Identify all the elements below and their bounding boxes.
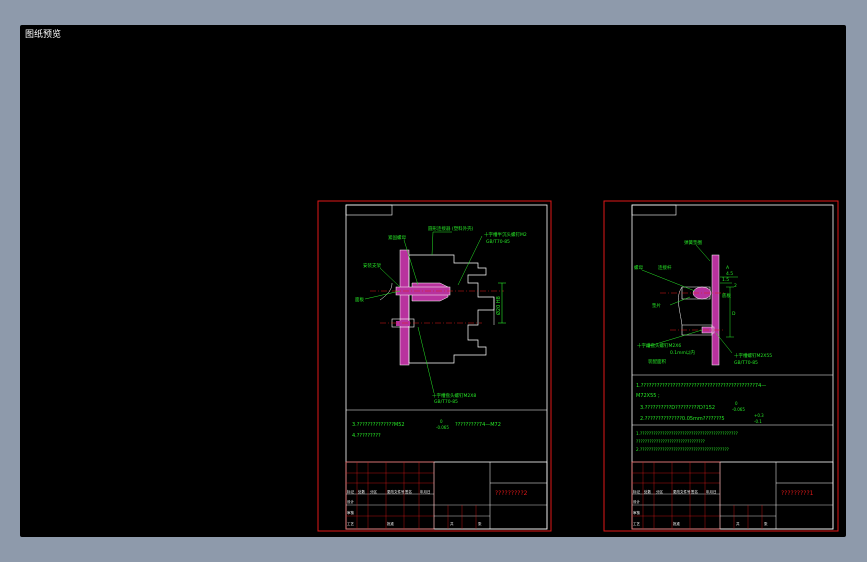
- sheet-b-outer-frame: [603, 200, 839, 532]
- sheet-a-table-cell: 设计: [347, 499, 355, 504]
- sheet-b-note-tol2: -0.065: [732, 407, 745, 412]
- sheet-a-revision-table: [345, 461, 435, 530]
- sheet-a-callout-2: 十字槽半沉头螺钉M2: [484, 231, 527, 238]
- sheet-a-lower-screw-head: [396, 321, 410, 326]
- sheet-a-callout-8: GB/T70-85: [434, 399, 458, 405]
- sheet-a-callout-7: 十字槽盘头螺钉M2X8: [432, 392, 476, 399]
- sheet-a-connector-body: [408, 254, 495, 364]
- sheet-a-inner-frame: [345, 204, 548, 530]
- sheet-a-table-cell: 批准: [387, 521, 395, 526]
- sheet-a-callout-4: 紧固螺母: [388, 234, 406, 241]
- sheet-a-callout-1: 圆形连接器 (塑料外壳): [428, 225, 474, 232]
- sheet-b-title: ?????????1: [781, 490, 814, 497]
- sheet-b-title-block: 标记 处数 分区 更改文件号 签名 年月日 设计 审核 工艺 批准 共 张 ??…: [631, 461, 834, 530]
- sheet-a-note-tol2: -0.065: [436, 425, 449, 430]
- sheet-b-callout-6: 垫片: [652, 302, 661, 309]
- sheet-a-title-block: 标记 处数 分区 更改文件号 签名 年月日 设计 审核 工艺 批准 共 张 ??…: [345, 461, 548, 530]
- sheet-b-table-cell: 签名: [691, 489, 698, 494]
- sheet-b-table-cell: 年月日: [706, 489, 717, 494]
- sheet-a-table-cell: 年月日: [420, 489, 431, 494]
- sheet-b-table-cell: 设计: [633, 499, 641, 504]
- sheet-a-table-cell: 张: [478, 521, 482, 526]
- sheet-a-table-cell: 共: [450, 521, 454, 526]
- sheet-b-table-cell: 共: [736, 521, 740, 526]
- sheet-b-callout-1: 弹簧垫圈: [684, 239, 702, 246]
- sheet-b-table-cell: 工艺: [633, 521, 641, 526]
- sheet-b-note-1: 1.??????????????????????????????????????…: [636, 383, 766, 389]
- sheet-b-leader-2: [641, 269, 696, 292]
- sheet-a-table-cell: 分区: [370, 489, 378, 494]
- sheet-b-note-2: 3.??????????D?????????D?152: [640, 405, 715, 411]
- sheet-b-callout-3: 4.5: [726, 271, 733, 277]
- sheet-b-table-cell: 批准: [673, 521, 681, 526]
- sheet-b-note-block-3: 2.??????????????????????????????????????…: [636, 447, 729, 452]
- sheet-a-outer-frame: [317, 200, 552, 532]
- sheet-b-table-cell: 更改文件号: [673, 489, 691, 494]
- sheet-a-note-1: 3.??????????????M52: [352, 422, 405, 428]
- sheet-a-table-cell: 更改文件号: [387, 489, 405, 494]
- sheet-b-callout-4: 螺母: [634, 264, 643, 271]
- sheet-b-note-block-2: ???????????????????????????????: [636, 439, 705, 444]
- sheet-a-callout-6: 面板: [355, 296, 364, 303]
- sheet-a-notes: 3.??????????????M52 0 -0.065 ?????????74…: [352, 419, 501, 439]
- sheet-b-note-block-1: 1.??????????????????????????????????????…: [636, 431, 738, 436]
- sheet-b-leader-1: [695, 244, 711, 262]
- sheet-a-leader-2: [457, 235, 483, 286]
- sheet-b-callout-12: 0.1mm以内: [670, 349, 695, 356]
- sheet-b-note-tol3: +0.3: [754, 413, 764, 418]
- sheet-a-title: ?????????2: [495, 490, 528, 497]
- sheet-a-note-tol: 0: [440, 419, 443, 424]
- sheet-a-note-extra: ?????????74—M72: [455, 422, 501, 428]
- sheet-a-dim-text: Ø20 H8: [495, 296, 502, 315]
- sheet-a-corner-label-box: [345, 204, 393, 216]
- sheet-a-leader-5: [364, 290, 401, 300]
- sheet-a-dimension: Ø20 H8: [495, 282, 506, 324]
- sheet-b-table-cell: 处数: [644, 489, 652, 494]
- sheet-b-revision-table: [631, 461, 721, 530]
- sheet-b-note-1b: M72X55 ;: [636, 393, 660, 399]
- sheet-b-callouts: 弹簧垫圈 A 4.5 螺母 连接杆 垫片 底板 D 1.5 2 十字槽盘头螺钉M…: [634, 239, 772, 366]
- sheet-b-callout-9: 1.5: [722, 277, 729, 283]
- sheet-b-table-cell: 分区: [656, 489, 664, 494]
- sheet-b-callout-5: 连接杆: [658, 264, 672, 271]
- drawing-viewer: 图纸预览 Ø20 H8 圆形连接器 (塑料外壳) 十字槽半沉头螺钉M2 GB/T…: [20, 25, 846, 537]
- sheet-b-base-plate: [711, 254, 720, 366]
- sheet-b-break-line: [678, 286, 683, 326]
- sheet-a-table-cell: 审核: [347, 510, 355, 515]
- sheet-a-table-cell: 签名: [405, 489, 412, 494]
- drawing-sheet-2[interactable]: Ø20 H8 圆形连接器 (塑料外壳) 十字槽半沉头螺钉M2 GB/T70-85…: [317, 200, 552, 532]
- sheet-b-table-cell: 张: [764, 521, 768, 526]
- sheet-a-note-2: 4.?????????: [352, 433, 381, 439]
- sheet-a-table-cell: 工艺: [347, 521, 355, 526]
- sheet-a-panel: [399, 249, 410, 366]
- sheet-b-note-tol4: -0.1: [754, 419, 762, 424]
- drawing-canvas: Ø20 H8 圆形连接器 (塑料外壳) 十字槽半沉头螺钉M2 GB/T70-85…: [317, 200, 839, 532]
- sheet-a-leader-1b: [431, 231, 434, 256]
- sheet-b-inner-frame: [631, 204, 834, 530]
- sheet-a-part-assembly: [370, 249, 504, 366]
- sheet-b-callout-13: 装配面积: [648, 358, 666, 365]
- sheet-a-table-cell: 处数: [358, 489, 366, 494]
- sheet-b-callout-11: 十字槽盘头螺钉M2X6: [637, 342, 681, 349]
- sheet-a-leader-4: [379, 267, 401, 288]
- sheet-b-callout-8: D: [732, 311, 736, 317]
- sheet-b-table-cell: 审核: [633, 510, 641, 515]
- sheet-b-callout-7: 底板: [722, 292, 731, 299]
- sheet-b-callout-2: A: [726, 265, 730, 271]
- sheet-b-table-cell: 标记: [633, 489, 641, 494]
- sheet-a-table-cell: 标记: [347, 489, 355, 494]
- sheet-b-callout-14: 十字槽螺钉M2X55: [734, 352, 772, 359]
- sheet-b-callout-10: 2: [734, 283, 737, 289]
- sheet-b-notes: 1.??????????????????????????????????????…: [636, 383, 766, 452]
- sheet-b-corner-label-box: [631, 204, 677, 216]
- sheet-a-callout-5: 安装支架: [363, 262, 381, 269]
- drawing-sheet-1[interactable]: 弹簧垫圈 A 4.5 螺母 连接杆 垫片 底板 D 1.5 2 十字槽盘头螺钉M…: [603, 200, 839, 532]
- sheet-a-leader-6: [417, 326, 435, 394]
- sheet-a-break-line: [379, 282, 393, 301]
- sheet-b-note-3: 2.??????????????0.05mm???????5: [640, 416, 725, 422]
- sheet-a-callout-3: GB/T70-85: [486, 239, 510, 245]
- sheet-b-leader-3: [669, 296, 691, 306]
- sheet-b-callout-15: GB/T70-85: [734, 360, 758, 366]
- sheet-b-note-tol: 0: [735, 401, 738, 406]
